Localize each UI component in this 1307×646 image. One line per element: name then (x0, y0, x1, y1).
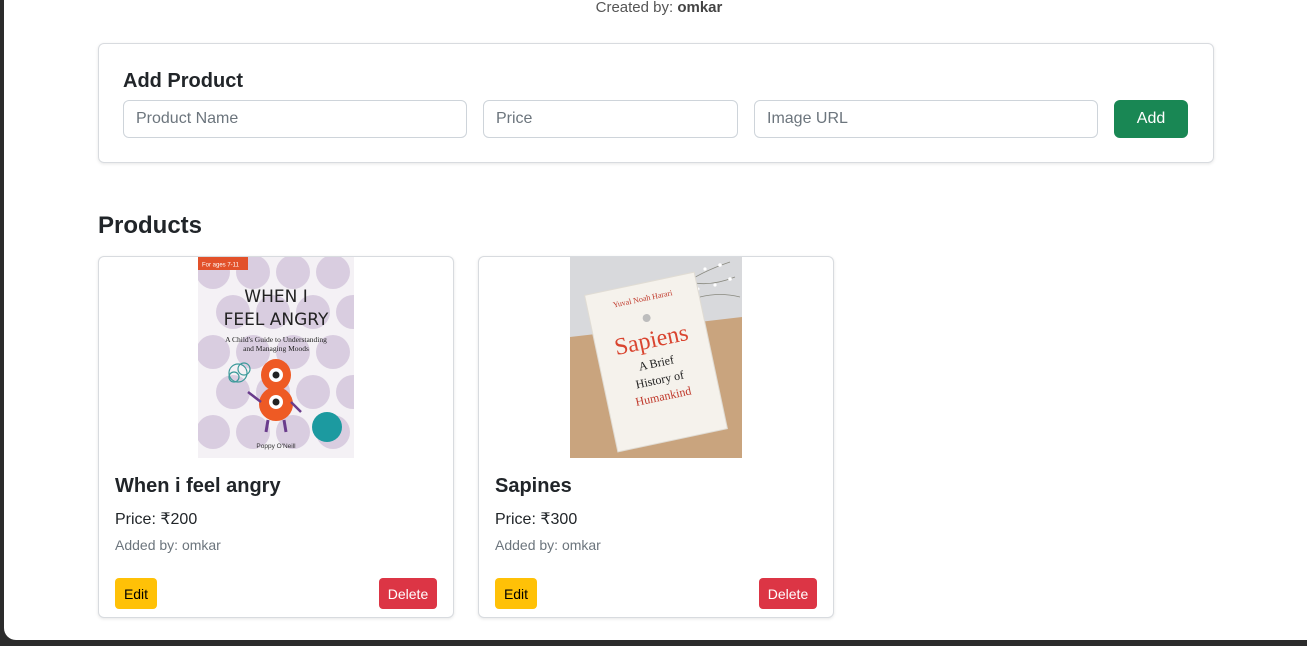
product-added-by: Added by: omkar (495, 537, 601, 553)
cover-title-line1: WHEN I (244, 287, 307, 307)
cover-title-line2: FEEL ANGRY (224, 310, 329, 330)
product-name: Sapines (495, 475, 572, 497)
book-cover-when-i-feel-angry: For ages 7-11 WHEN I FEEL ANGRY A Child'… (198, 257, 354, 458)
product-image: For ages 7-11 WHEN I FEEL ANGRY A Child'… (198, 257, 354, 458)
product-card: Yuval Noah Harari Sapiens A Brief Histor… (478, 256, 834, 618)
price-input[interactable] (483, 100, 738, 138)
product-added-by: Added by: omkar (115, 537, 221, 553)
product-name-input[interactable] (123, 100, 467, 138)
image-url-input[interactable] (754, 100, 1098, 138)
add-button[interactable]: Add (1114, 100, 1188, 138)
created-by-prefix: Created by: (595, 0, 678, 16)
book-cover-sapiens: Yuval Noah Harari Sapiens A Brief Histor… (570, 257, 742, 458)
created-by-name: omkar (677, 0, 723, 16)
product-price: Price: ₹300 (495, 511, 578, 528)
page-container: Created by: omkar Add Product Add Produc… (4, 0, 1307, 640)
add-product-card: Add Product Add (98, 43, 1214, 163)
product-card: For ages 7-11 WHEN I FEEL ANGRY A Child'… (98, 256, 454, 618)
product-image: Yuval Noah Harari Sapiens A Brief Histor… (570, 257, 742, 458)
cover-author: Poppy O'Neill (256, 443, 296, 450)
delete-button[interactable]: Delete (759, 578, 817, 609)
cover-subtitle-line1: A Child's Guide to Understanding (225, 335, 327, 344)
products-heading: Products (98, 212, 203, 239)
edit-button[interactable]: Edit (495, 578, 537, 609)
product-name: When i feel angry (115, 475, 281, 497)
product-price: Price: ₹200 (115, 511, 198, 528)
created-by-line: Created by: omkar (4, 0, 1307, 16)
edit-button[interactable]: Edit (115, 578, 157, 609)
cover-subtitle-line2: and Managing Moods (243, 344, 309, 353)
cover-age-tag: For ages 7-11 (202, 263, 240, 269)
add-product-title: Add Product (123, 70, 243, 92)
delete-button[interactable]: Delete (379, 578, 437, 609)
